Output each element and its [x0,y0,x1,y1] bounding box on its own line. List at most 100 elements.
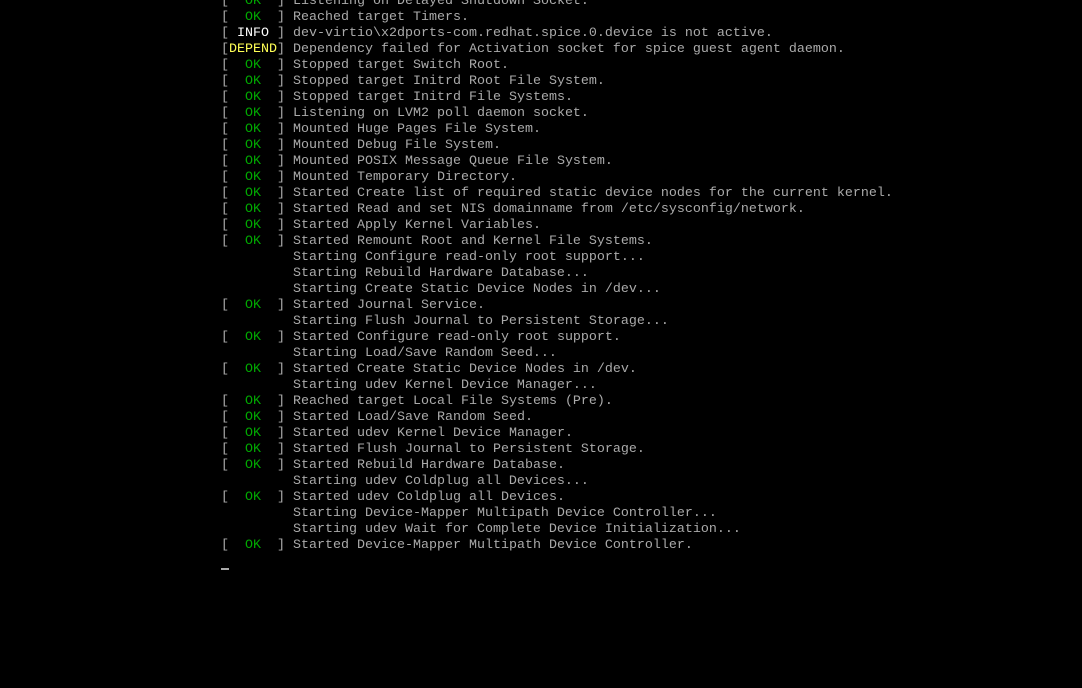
console-line: [ OK ] Started udev Coldplug all Devices… [221,490,893,506]
status-bracket: ] [277,106,293,121]
console-message: Starting Load/Save Random Seed... [292,346,557,361]
console-message: Stopped target Switch Root. [293,58,509,73]
status-bracket: [ [221,490,229,505]
console-message: Started Load/Save Random Seed. [293,410,533,425]
status-bracket: ] [277,42,293,57]
console-message: Dependency failed for Activation socket … [293,42,845,57]
console-line: [ OK ] Listening on Delayed Shutdown Soc… [221,0,893,10]
status-bracket: [ [221,42,229,57]
status-bracket: ] [277,138,293,153]
console-message: Started udev Coldplug all Devices. [293,490,565,505]
console-message: Starting udev Wait for Complete Device I… [292,522,741,537]
status-bracket: ] [277,490,293,505]
status-bracket: ] [277,442,293,457]
status-bracket: [ [221,218,229,233]
console-message: Started Create Static Device Nodes in /d… [293,362,637,377]
status-ok: OK [229,426,277,441]
status-bracket: ] [277,538,293,553]
status-bracket: ] [277,10,293,25]
console-message: Starting Rebuild Hardware Database... [292,266,589,281]
status-ok: OK [229,58,277,73]
status-bracket: [ [221,106,229,121]
status-bracket: [ [221,170,229,185]
status-bracket: ] [277,26,293,41]
status-bracket: [ [221,58,229,73]
console-message: Started Remount Root and Kernel File Sys… [293,234,653,249]
status-bracket: ] [277,170,293,185]
status-bracket: [ [221,458,229,473]
status-bracket: ] [277,410,293,425]
console-line: [ OK ] Started udev Kernel Device Manage… [221,426,893,442]
status-bracket: ] [277,234,293,249]
console-message: Started udev Kernel Device Manager. [293,426,573,441]
status-bracket: ] [277,122,293,137]
status-bracket: [ [221,410,229,425]
console-message: Started Rebuild Hardware Database. [293,458,565,473]
console-message: Stopped target Initrd Root File System. [293,74,605,89]
status-ok: OK [229,106,277,121]
status-bracket: ] [277,218,293,233]
status-ok: OK [229,218,277,233]
status-bracket: ] [277,186,293,201]
console-message: Reached target Timers. [293,10,469,25]
console-line: Starting Configure read-only root suppor… [221,250,893,266]
status-bracket: [ [221,122,229,137]
status-ok: OK [229,122,277,137]
console-line: [ OK ] Reached target Local File Systems… [221,394,893,410]
status-ok: OK [229,234,277,249]
status-bracket: ] [277,362,293,377]
console-line: [ OK ] Started Apply Kernel Variables. [221,218,893,234]
status-bracket: [ [221,362,229,377]
status-bracket: ] [277,458,293,473]
console-line: [ OK ] Started Rebuild Hardware Database… [221,458,893,474]
console-line: [ OK ] Started Read and set NIS domainna… [221,202,893,218]
console-line: Starting udev Kernel Device Manager... [221,378,893,394]
console-line: [ OK ] Started Flush Journal to Persiste… [221,442,893,458]
console-line: Starting Load/Save Random Seed... [221,346,893,362]
console-line: [ OK ] Started Create list of required s… [221,186,893,202]
console-message: dev-virtio\x2dports-com.redhat.spice.0.d… [293,26,773,41]
status-bracket: ] [277,426,293,441]
console-line: [ OK ] Mounted Debug File System. [221,138,893,154]
console-line: [ OK ] Listening on LVM2 poll daemon soc… [221,106,893,122]
boot-console-output: [ OK ] Listening on Delayed Shutdown Soc… [221,0,893,554]
console-message: Started Configure read-only root support… [293,330,621,345]
console-message: Starting udev Kernel Device Manager... [292,378,597,393]
status-ok: OK [229,410,277,425]
console-line: Starting Rebuild Hardware Database... [221,266,893,282]
status-bracket: [ [221,234,229,249]
status-bracket: ] [277,202,293,217]
status-bracket: ] [277,58,293,73]
status-bracket: [ [221,330,229,345]
console-line: [ OK ] Stopped target Switch Root. [221,58,893,74]
console-message: Started Flush Journal to Persistent Stor… [293,442,645,457]
status-bracket: [ [221,0,229,9]
console-line: [ OK ] Reached target Timers. [221,10,893,26]
status-bracket: [ [221,186,229,201]
console-line: [ OK ] Started Device-Mapper Multipath D… [221,538,893,554]
console-message: Mounted Huge Pages File System. [293,122,541,137]
console-line: [DEPEND] Dependency failed for Activatio… [221,42,893,58]
status-ok: OK [229,458,277,473]
status-bracket: ] [277,298,293,313]
console-message: Listening on Delayed Shutdown Socket. [293,0,589,9]
console-line: [ INFO ] dev-virtio\x2dports-com.redhat.… [221,26,893,42]
console-message: Starting udev Coldplug all Devices... [292,474,589,489]
console-line: [ OK ] Stopped target Initrd Root File S… [221,74,893,90]
status-ok: OK [229,138,277,153]
status-ok: OK [229,362,277,377]
status-bracket: [ [221,90,229,105]
status-bracket: [ [221,74,229,89]
status-bracket: ] [277,74,293,89]
status-info: INFO [229,26,277,41]
status-bracket: [ [221,298,229,313]
console-message: Stopped target Initrd File Systems. [293,90,573,105]
console-message: Listening on LVM2 poll daemon socket. [293,106,589,121]
console-message: Starting Device-Mapper Multipath Device … [292,506,717,521]
text-cursor [221,568,229,570]
console-message: Started Device-Mapper Multipath Device C… [293,538,693,553]
status-ok: OK [229,10,277,25]
console-line: Starting udev Coldplug all Devices... [221,474,893,490]
console-line: [ OK ] Mounted POSIX Message Queue File … [221,154,893,170]
status-ok: OK [229,298,277,313]
